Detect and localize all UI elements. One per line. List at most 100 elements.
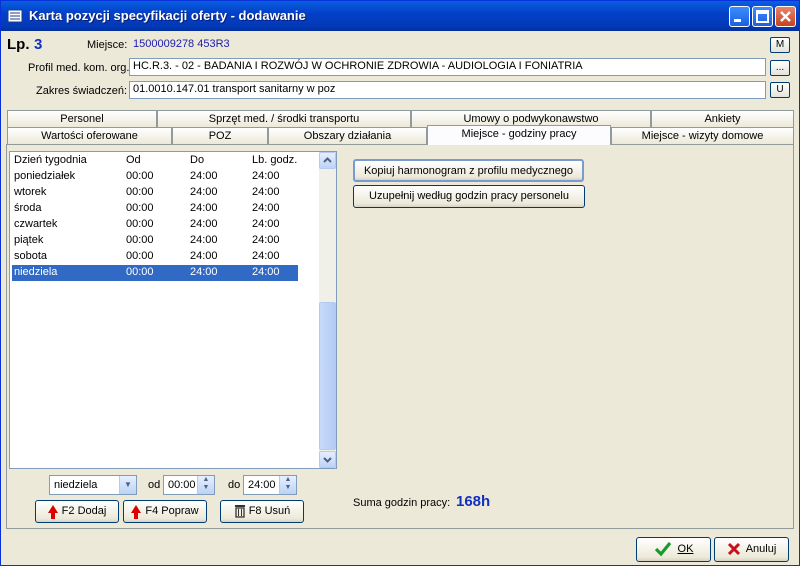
cell-from: 00:00 [126, 234, 154, 246]
delete-button-label: F8 Usuń [248, 505, 291, 517]
minimize-button[interactable] [729, 6, 750, 27]
table-row[interactable]: sobota 00:00 24:00 24:00 [12, 249, 298, 265]
tab-poz[interactable]: POZ [172, 127, 268, 144]
dialog-window: Karta pozycji specyfikacji oferty - doda… [0, 0, 800, 566]
chevron-down-icon [323, 457, 332, 463]
od-time-input[interactable]: 00:00 ▲ ▼ [163, 475, 215, 495]
edit-button-label: F4 Popraw [145, 505, 199, 517]
table-row[interactable]: wtorek 00:00 24:00 24:00 [12, 185, 298, 201]
miejsce-label: Miejsce: [87, 39, 128, 51]
tab-obszary[interactable]: Obszary działania [268, 127, 427, 144]
table-row-selected[interactable]: niedziela 00:00 24:00 24:00 [12, 265, 298, 281]
close-icon [780, 11, 791, 22]
profil-button[interactable]: ... [770, 60, 790, 76]
cell-day: wtorek [14, 186, 47, 198]
scroll-thumb[interactable] [319, 302, 336, 450]
cell-hours: 24:00 [252, 250, 280, 262]
cell-to: 24:00 [190, 266, 218, 278]
chevron-down-icon[interactable]: ▼ [119, 476, 136, 494]
lp-label: Lp. [7, 36, 30, 53]
lp-value: 3 [34, 36, 43, 53]
profil-label: Profil med. kom. org.: [28, 62, 133, 74]
cell-from: 00:00 [126, 186, 154, 198]
col-day: Dzień tygodnia [14, 154, 87, 166]
minimize-icon [734, 19, 741, 22]
cell-from: 00:00 [126, 250, 154, 262]
arrow-up-icon [47, 505, 58, 520]
delete-button[interactable]: F8 Usuń [220, 500, 304, 523]
cell-hours: 24:00 [252, 234, 280, 246]
ok-button[interactable]: OK [636, 537, 711, 562]
cell-to: 24:00 [190, 202, 218, 214]
cell-day: sobota [14, 250, 48, 262]
od-time-value: 00:00 [168, 479, 196, 491]
cancel-button[interactable]: Anuluj [714, 537, 789, 562]
cell-to: 24:00 [190, 186, 218, 198]
tab-miejsce-godziny[interactable]: Miejsce - godziny pracy [427, 125, 611, 145]
cell-hours: 24:00 [252, 186, 280, 198]
cell-to: 24:00 [190, 234, 218, 246]
cancel-label: Anuluj [745, 543, 777, 555]
cell-to: 24:00 [190, 250, 218, 262]
close-button[interactable] [775, 6, 796, 27]
zakres-button[interactable]: U [770, 82, 790, 98]
day-select-value: niedziela [54, 479, 98, 491]
cell-hours: 24:00 [252, 218, 280, 230]
tab-miejsce-wizyty[interactable]: Miejsce - wizyty domowe [611, 127, 794, 144]
window-title: Karta pozycji specyfikacji oferty - doda… [29, 8, 306, 23]
summary-value: 168h [456, 493, 491, 510]
cell-day: niedziela [14, 266, 58, 278]
tab-sprzet[interactable]: Sprzęt med. / środki transportu [157, 110, 411, 127]
fill-staff-hours-button[interactable]: Uzupełnij według godzin pracy personelu [353, 185, 585, 208]
zakres-field[interactable]: 01.0010.147.01 transport sanitarny w poz [129, 81, 766, 99]
day-select[interactable]: niedziela ▼ [49, 475, 137, 495]
miejsce-button[interactable]: M [770, 37, 790, 53]
zakres-label: Zakres świadczeń: [36, 85, 128, 97]
do-time-input[interactable]: 24:00 ▲ ▼ [243, 475, 297, 495]
cell-hours: 24:00 [252, 266, 280, 278]
chevron-up-icon [323, 157, 332, 163]
cell-day: czwartek [14, 218, 58, 230]
miejsce-field: 1500009278 453R3 [129, 36, 766, 54]
add-button-label: F2 Dodaj [61, 505, 107, 517]
schedule-list[interactable]: Dzień tygodnia Od Do Lb. godz. poniedzia… [9, 151, 337, 469]
cell-to: 24:00 [190, 170, 218, 182]
add-button[interactable]: F2 Dodaj [35, 500, 119, 523]
x-icon [727, 543, 740, 556]
spinner-icon[interactable]: ▲ ▼ [197, 476, 214, 494]
ok-label: OK [677, 543, 694, 555]
do-time-value: 24:00 [248, 479, 276, 491]
cell-from: 00:00 [126, 218, 154, 230]
scroll-down-button[interactable] [319, 451, 336, 468]
cell-hours: 24:00 [252, 202, 280, 214]
table-row[interactable]: środa 00:00 24:00 24:00 [12, 201, 298, 217]
tab-wartosci[interactable]: Wartości oferowane [7, 127, 172, 144]
cell-hours: 24:00 [252, 170, 280, 182]
checkmark-icon [654, 542, 671, 557]
col-hours: Lb. godz. [252, 154, 298, 166]
cell-from: 00:00 [126, 170, 154, 182]
copy-schedule-button[interactable]: Kopiuj harmonogram z profilu medycznego [353, 159, 584, 182]
col-to: Do [190, 154, 205, 166]
table-row[interactable]: poniedziałek 00:00 24:00 24:00 [12, 169, 298, 185]
profil-field[interactable]: HC.R.3. - 02 - BADANIA I ROZWÓJ W OCHRON… [129, 58, 766, 76]
trash-icon [234, 505, 245, 518]
list-scrollbar[interactable] [319, 152, 336, 468]
table-row[interactable]: czwartek 00:00 24:00 24:00 [12, 217, 298, 233]
schedule-header: Dzień tygodnia Od Do Lb. godz. [12, 153, 298, 169]
od-label: od [148, 479, 161, 491]
title-bar[interactable]: Karta pozycji specyfikacji oferty - doda… [1, 1, 799, 31]
cell-from: 00:00 [126, 202, 154, 214]
arrow-up-icon [131, 505, 142, 520]
maximize-button[interactable] [752, 6, 773, 27]
cell-day: środa [14, 202, 42, 214]
cell-to: 24:00 [190, 218, 218, 230]
table-row[interactable]: piątek 00:00 24:00 24:00 [12, 233, 298, 249]
edit-button[interactable]: F4 Popraw [123, 500, 207, 523]
maximize-icon [756, 10, 769, 23]
cell-from: 00:00 [126, 266, 154, 278]
tab-ankiety[interactable]: Ankiety [651, 110, 794, 127]
scroll-up-button[interactable] [319, 152, 336, 169]
tab-personel[interactable]: Personel [7, 110, 157, 127]
spinner-icon[interactable]: ▲ ▼ [279, 476, 296, 494]
